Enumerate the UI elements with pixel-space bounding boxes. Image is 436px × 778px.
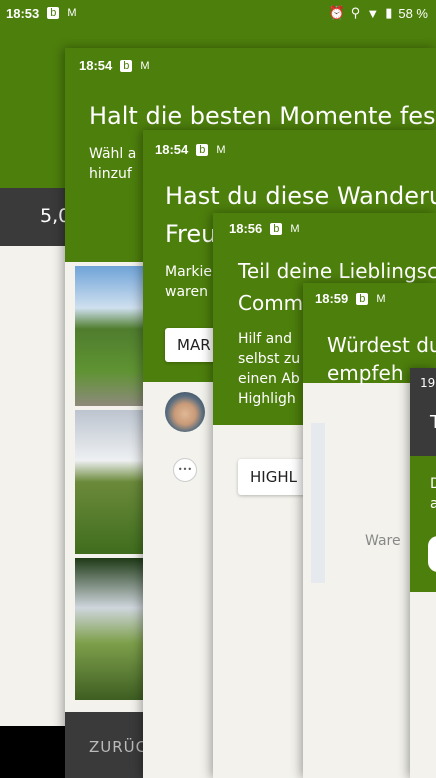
battery-icon: ▮ xyxy=(385,5,393,20)
card5-button[interactable] xyxy=(428,536,436,572)
b-icon: b xyxy=(196,143,209,156)
photo-path[interactable] xyxy=(75,266,145,406)
b-icon: b xyxy=(120,59,133,72)
card2-title-line2: Freu xyxy=(165,220,217,248)
card1-title: Halt die besten Momente fes xyxy=(89,102,436,130)
card4-status-bar: 18:59 b M xyxy=(303,291,436,306)
back-button[interactable]: ZURÜC xyxy=(89,738,147,756)
b-icon: b xyxy=(356,292,369,305)
card3-status-bar: 18:56 b M xyxy=(213,221,436,236)
card3-subtitle-line2: selbst zu xyxy=(238,351,301,367)
card2-status-bar: 18:54 b M xyxy=(143,142,436,157)
avatar[interactable] xyxy=(165,392,205,432)
card3-subtitle-line3: einen Ab xyxy=(238,371,300,387)
mail-icon: M xyxy=(67,7,77,19)
more-icon[interactable]: ••• xyxy=(173,458,197,482)
card4-title-line2: empfeh xyxy=(327,361,404,385)
card3-subtitle-line1: Hilf and xyxy=(238,331,293,347)
card5-status-time: 19 xyxy=(420,376,436,390)
card-partial[interactable]: 19 T D a xyxy=(410,368,436,778)
b-icon: b xyxy=(47,7,60,19)
base-status-bar: 18:53 b M ⏰ ⚲ ▼ ▮ 58 % xyxy=(0,0,436,26)
card2-title-line1: Hast du diese Wanderu xyxy=(165,182,436,210)
card4-status-time: 18:59 xyxy=(315,291,349,306)
photo-trees[interactable] xyxy=(75,558,145,700)
b-icon: b xyxy=(270,222,283,235)
alarm-icon: ⏰ xyxy=(328,5,345,20)
card3-subtitle-line4: Highligh xyxy=(238,391,296,407)
card5-subtitle-line1: D xyxy=(430,476,436,492)
card3-title-line1: Teil deine Lieblingsc xyxy=(238,259,436,283)
card2-status-time: 18:54 xyxy=(155,142,189,157)
card1-status-bar: 18:54 b M xyxy=(65,58,436,73)
card1-subtitle-line1: Wähl a xyxy=(89,146,137,162)
mail-icon: M xyxy=(140,59,150,72)
card5-subtitle-line2: a xyxy=(430,496,436,512)
base-bottom-bar xyxy=(0,726,70,778)
location-icon: ⚲ xyxy=(350,5,361,20)
card4-title-line1: Würdest du xyxy=(327,333,436,357)
card4-map-strip xyxy=(311,423,325,583)
card2-subtitle-line2: waren xyxy=(165,284,208,300)
battery-text: 58 % xyxy=(398,5,428,21)
photo-cornfield[interactable] xyxy=(75,410,145,554)
card3-status-time: 18:56 xyxy=(229,221,263,236)
card1-subtitle-line2: hinzuf xyxy=(89,166,132,182)
mail-icon: M xyxy=(290,222,300,235)
wifi-icon: ▼ xyxy=(366,5,380,21)
card4-subtitle: Ware xyxy=(365,533,401,549)
mail-icon: M xyxy=(376,292,386,305)
mail-icon: M xyxy=(216,143,226,156)
card5-title: T xyxy=(430,412,436,433)
card1-status-time: 18:54 xyxy=(79,58,113,73)
card3-title-line2: Comm xyxy=(238,291,304,315)
card2-subtitle-line1: Markie xyxy=(165,264,213,280)
base-status-time: 18:53 xyxy=(6,5,40,21)
